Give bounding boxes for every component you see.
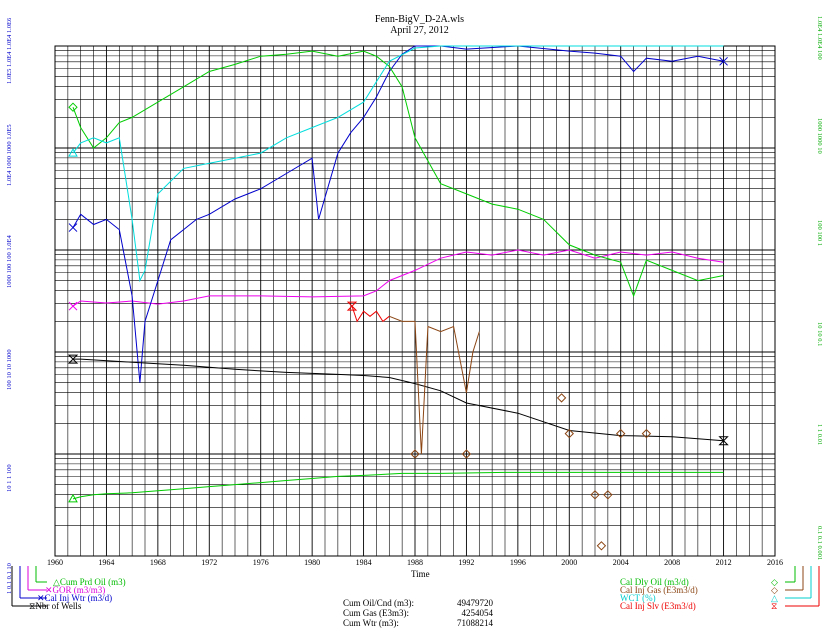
right-axis-label: 10 10 0.1 [816,322,823,347]
series-line-7 [351,305,390,323]
x-tick-label: 1996 [510,558,526,567]
x-tick-label: 1972 [201,558,217,567]
gas-marker [596,541,607,551]
chart-canvas: 1960 1964 1968 1972 1976 1980 1984 1988 1992 1996… [11,45,820,607]
x-tick-label: 1988 [407,558,423,567]
x-tick-label: 2016 [767,558,783,567]
left-axis-label: 1 0.1 0.1 10 [6,563,13,594]
x-axis-label: Time [411,569,430,579]
x-tick-label: 1960 [47,558,63,567]
summary-value-gas: 4254054 [461,608,494,618]
summary-label-wtr: Cum Wtr (m3): [343,618,399,628]
x-tick-label: 2008 [664,558,680,567]
left-axis-label: 10 1 1 100 [6,464,13,492]
legend-symbol-icon: ⧖ [771,601,778,611]
right-axis-label: 100 100 1 [816,220,823,246]
left-axis-label: 1.0E4 1000 1000 1.0E5 [6,124,13,186]
summary-value-oil: 49479720 [457,598,493,608]
left-axis-label: 100 10 10 1000 [6,349,13,390]
x-tick-label: 2000 [561,558,577,567]
left-axis-label: 1000 100 100 1.0E4 [6,235,13,288]
legend-item: Cal Inj Slv (E3m3/d) [620,601,696,611]
grid [54,45,776,557]
x-tick-label: 1984 [356,558,372,567]
x-axis: 1960 1964 1968 1972 1976 1980 1984 1988 1992 1996… [47,558,783,567]
summary-value-wtr: 71088214 [457,618,493,628]
x-tick-label: 1980 [304,558,320,567]
legend-item: ⧖Nbr of Wells [29,601,81,611]
right-axis-label: 1000 1000 10 [816,118,823,154]
x-tick-label: 1964 [98,558,114,567]
x-tick-label: 2004 [613,558,629,567]
x-tick-label: 1968 [150,558,166,567]
series-line-6 [389,315,480,455]
right-axis-label: 0.1 0.1 0.001 [816,526,823,561]
x-tick-label: 2012 [716,558,732,567]
legend-label: Nbr of Wells [35,601,82,611]
gas-marker [556,393,567,403]
summary-label-oil: Cum Oil/Cnd (m3): [343,598,415,608]
x-tick-label: 1992 [458,558,474,567]
summary-label-gas: Cum Gas (E3m3): [343,608,409,618]
right-axis-label: 1.0E4 1.0E4 100 [816,16,823,60]
right-axis-label: 1 1 0.01 [816,424,823,446]
left-axis-label: 1.0E5 1.0E4 1.0E4 1.0E6 [6,17,13,84]
x-tick-label: 1976 [253,558,269,567]
